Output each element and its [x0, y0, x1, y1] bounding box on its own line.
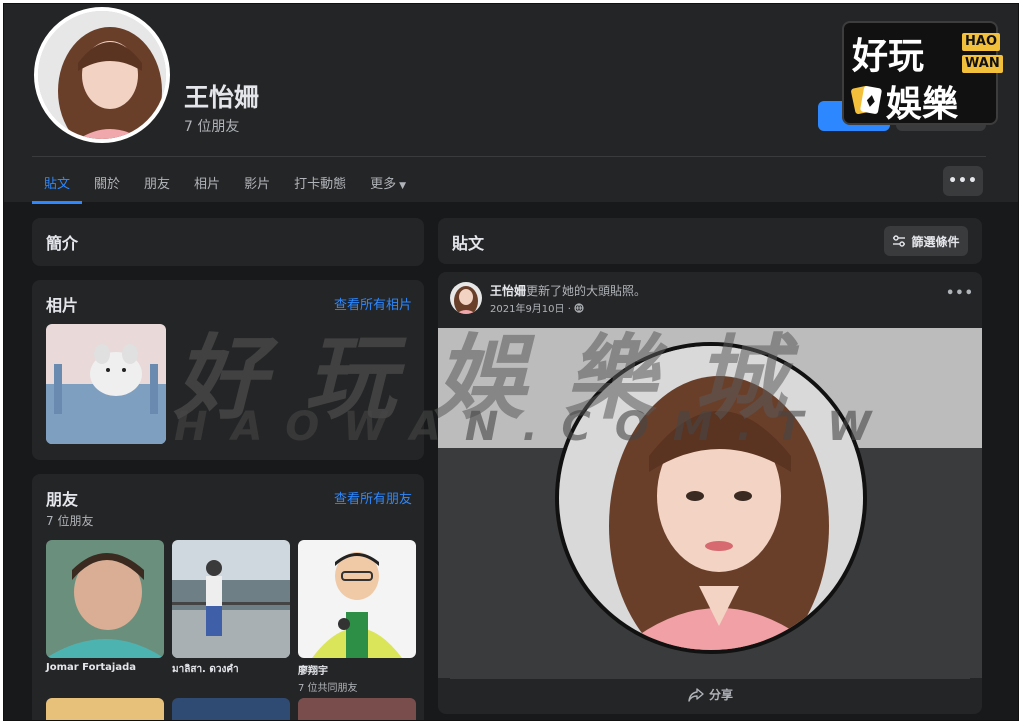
logo-line-2: 娛樂: [886, 84, 959, 125]
friend-mutual-count: 7 位共同朋友: [298, 683, 358, 694]
tab-videos[interactable]: 影片: [232, 169, 282, 203]
tab-label: 朋友: [144, 177, 171, 192]
tab-label: 更多: [370, 177, 397, 192]
tab-photos[interactable]: 相片: [182, 169, 232, 203]
friend-photo[interactable]: [298, 540, 416, 658]
profile-avatar[interactable]: [34, 7, 170, 143]
more-options-button[interactable]: •••: [943, 166, 983, 196]
profile-friend-count[interactable]: 7 位朋友: [184, 116, 239, 136]
globe-icon: [574, 303, 584, 313]
filter-button[interactable]: 篩選條件: [884, 226, 968, 256]
tab-label: 相片: [194, 177, 221, 192]
post-author-avatar[interactable]: [450, 282, 482, 314]
friend-card[interactable]: มาลิสา. ดวงคำ: [172, 540, 290, 677]
tab-friends[interactable]: 朋友: [132, 169, 182, 203]
profile-name: 王怡姍: [184, 83, 260, 112]
post-action: 更新了她的大頭貼照。: [526, 284, 647, 298]
friends-card: 朋友 查看所有朋友 7 位朋友 Jomar Fortajada มาลิสา. …: [32, 474, 424, 720]
tab-label: 影片: [244, 177, 271, 192]
friend-photo[interactable]: [172, 540, 290, 658]
friend-photo[interactable]: [46, 540, 164, 658]
header-divider: [32, 156, 986, 157]
logo-line-1: 好玩: [852, 36, 925, 77]
friend-photo[interactable]: [172, 698, 290, 720]
tab-posts[interactable]: 貼文: [32, 169, 83, 204]
friend-name[interactable]: มาลิสา. ดวงคำ: [172, 662, 290, 677]
share-button[interactable]: 分享: [688, 686, 733, 703]
posts-title: 貼文: [452, 234, 485, 253]
playing-cards-icon: [851, 85, 882, 115]
friend-name[interactable]: Jomar Fortajada: [46, 662, 164, 673]
intro-card: 簡介: [32, 218, 424, 266]
profile-tabs: 貼文 關於 朋友 相片 影片 打卡動態 更多 ▼: [32, 169, 418, 204]
haowan-logo: 好玩 娛樂 HAO WAN: [842, 21, 1003, 125]
chevron-down-icon: ▼: [399, 181, 407, 191]
tab-label: 打卡動態: [294, 177, 347, 192]
tab-label: 關於: [94, 177, 121, 192]
intro-title: 簡介: [46, 234, 79, 253]
friends-count: 7 位朋友: [46, 514, 94, 528]
share-label: 分享: [709, 688, 734, 702]
tab-label: 貼文: [44, 177, 71, 192]
post-card: 王怡姍更新了她的大頭貼照。 2021年9月10日 · ••• 分享: [438, 272, 982, 714]
post-divider: [450, 678, 970, 679]
see-all-friends-link[interactable]: 查看所有朋友: [334, 488, 412, 507]
post-author-name[interactable]: 王怡姍: [490, 284, 526, 298]
filter-label: 篩選條件: [911, 234, 960, 249]
logo-tag-hao: HAO: [962, 33, 1000, 51]
tab-more[interactable]: 更多 ▼: [358, 169, 418, 203]
photo-thumbnail[interactable]: [46, 324, 166, 444]
post-header: 王怡姍更新了她的大頭貼照。: [490, 282, 646, 299]
filter-sliders-icon: [893, 235, 906, 247]
post-timestamp[interactable]: 2021年9月10日 ·: [490, 300, 584, 315]
posts-header-card: 貼文 篩選條件: [438, 218, 982, 264]
tab-checkins[interactable]: 打卡動態: [282, 169, 358, 203]
photos-card: 相片 查看所有相片: [32, 280, 424, 460]
friend-photo[interactable]: [298, 698, 416, 720]
post-options-button[interactable]: •••: [946, 286, 974, 301]
friend-card[interactable]: Jomar Fortajada: [46, 540, 164, 673]
share-icon: [688, 687, 704, 702]
see-all-photos-link[interactable]: 查看所有相片: [334, 294, 412, 313]
friend-card[interactable]: 廖翔宇 7 位共同朋友: [298, 540, 416, 694]
post-profile-photo[interactable]: [555, 342, 867, 654]
logo-tag-wan: WAN: [962, 55, 1003, 73]
post-date: 2021年9月10日 ·: [490, 304, 571, 315]
friend-name[interactable]: 廖翔宇: [298, 662, 416, 677]
photos-title: 相片: [46, 296, 79, 315]
friend-photo[interactable]: [46, 698, 164, 720]
friends-title: 朋友: [46, 490, 79, 509]
facebook-profile-page: 王怡姍 7 位朋友 好玩 娛樂 HAO WAN 貼文 關於 朋友 相片 影片 打…: [3, 3, 1019, 721]
tab-about[interactable]: 關於: [82, 169, 132, 203]
